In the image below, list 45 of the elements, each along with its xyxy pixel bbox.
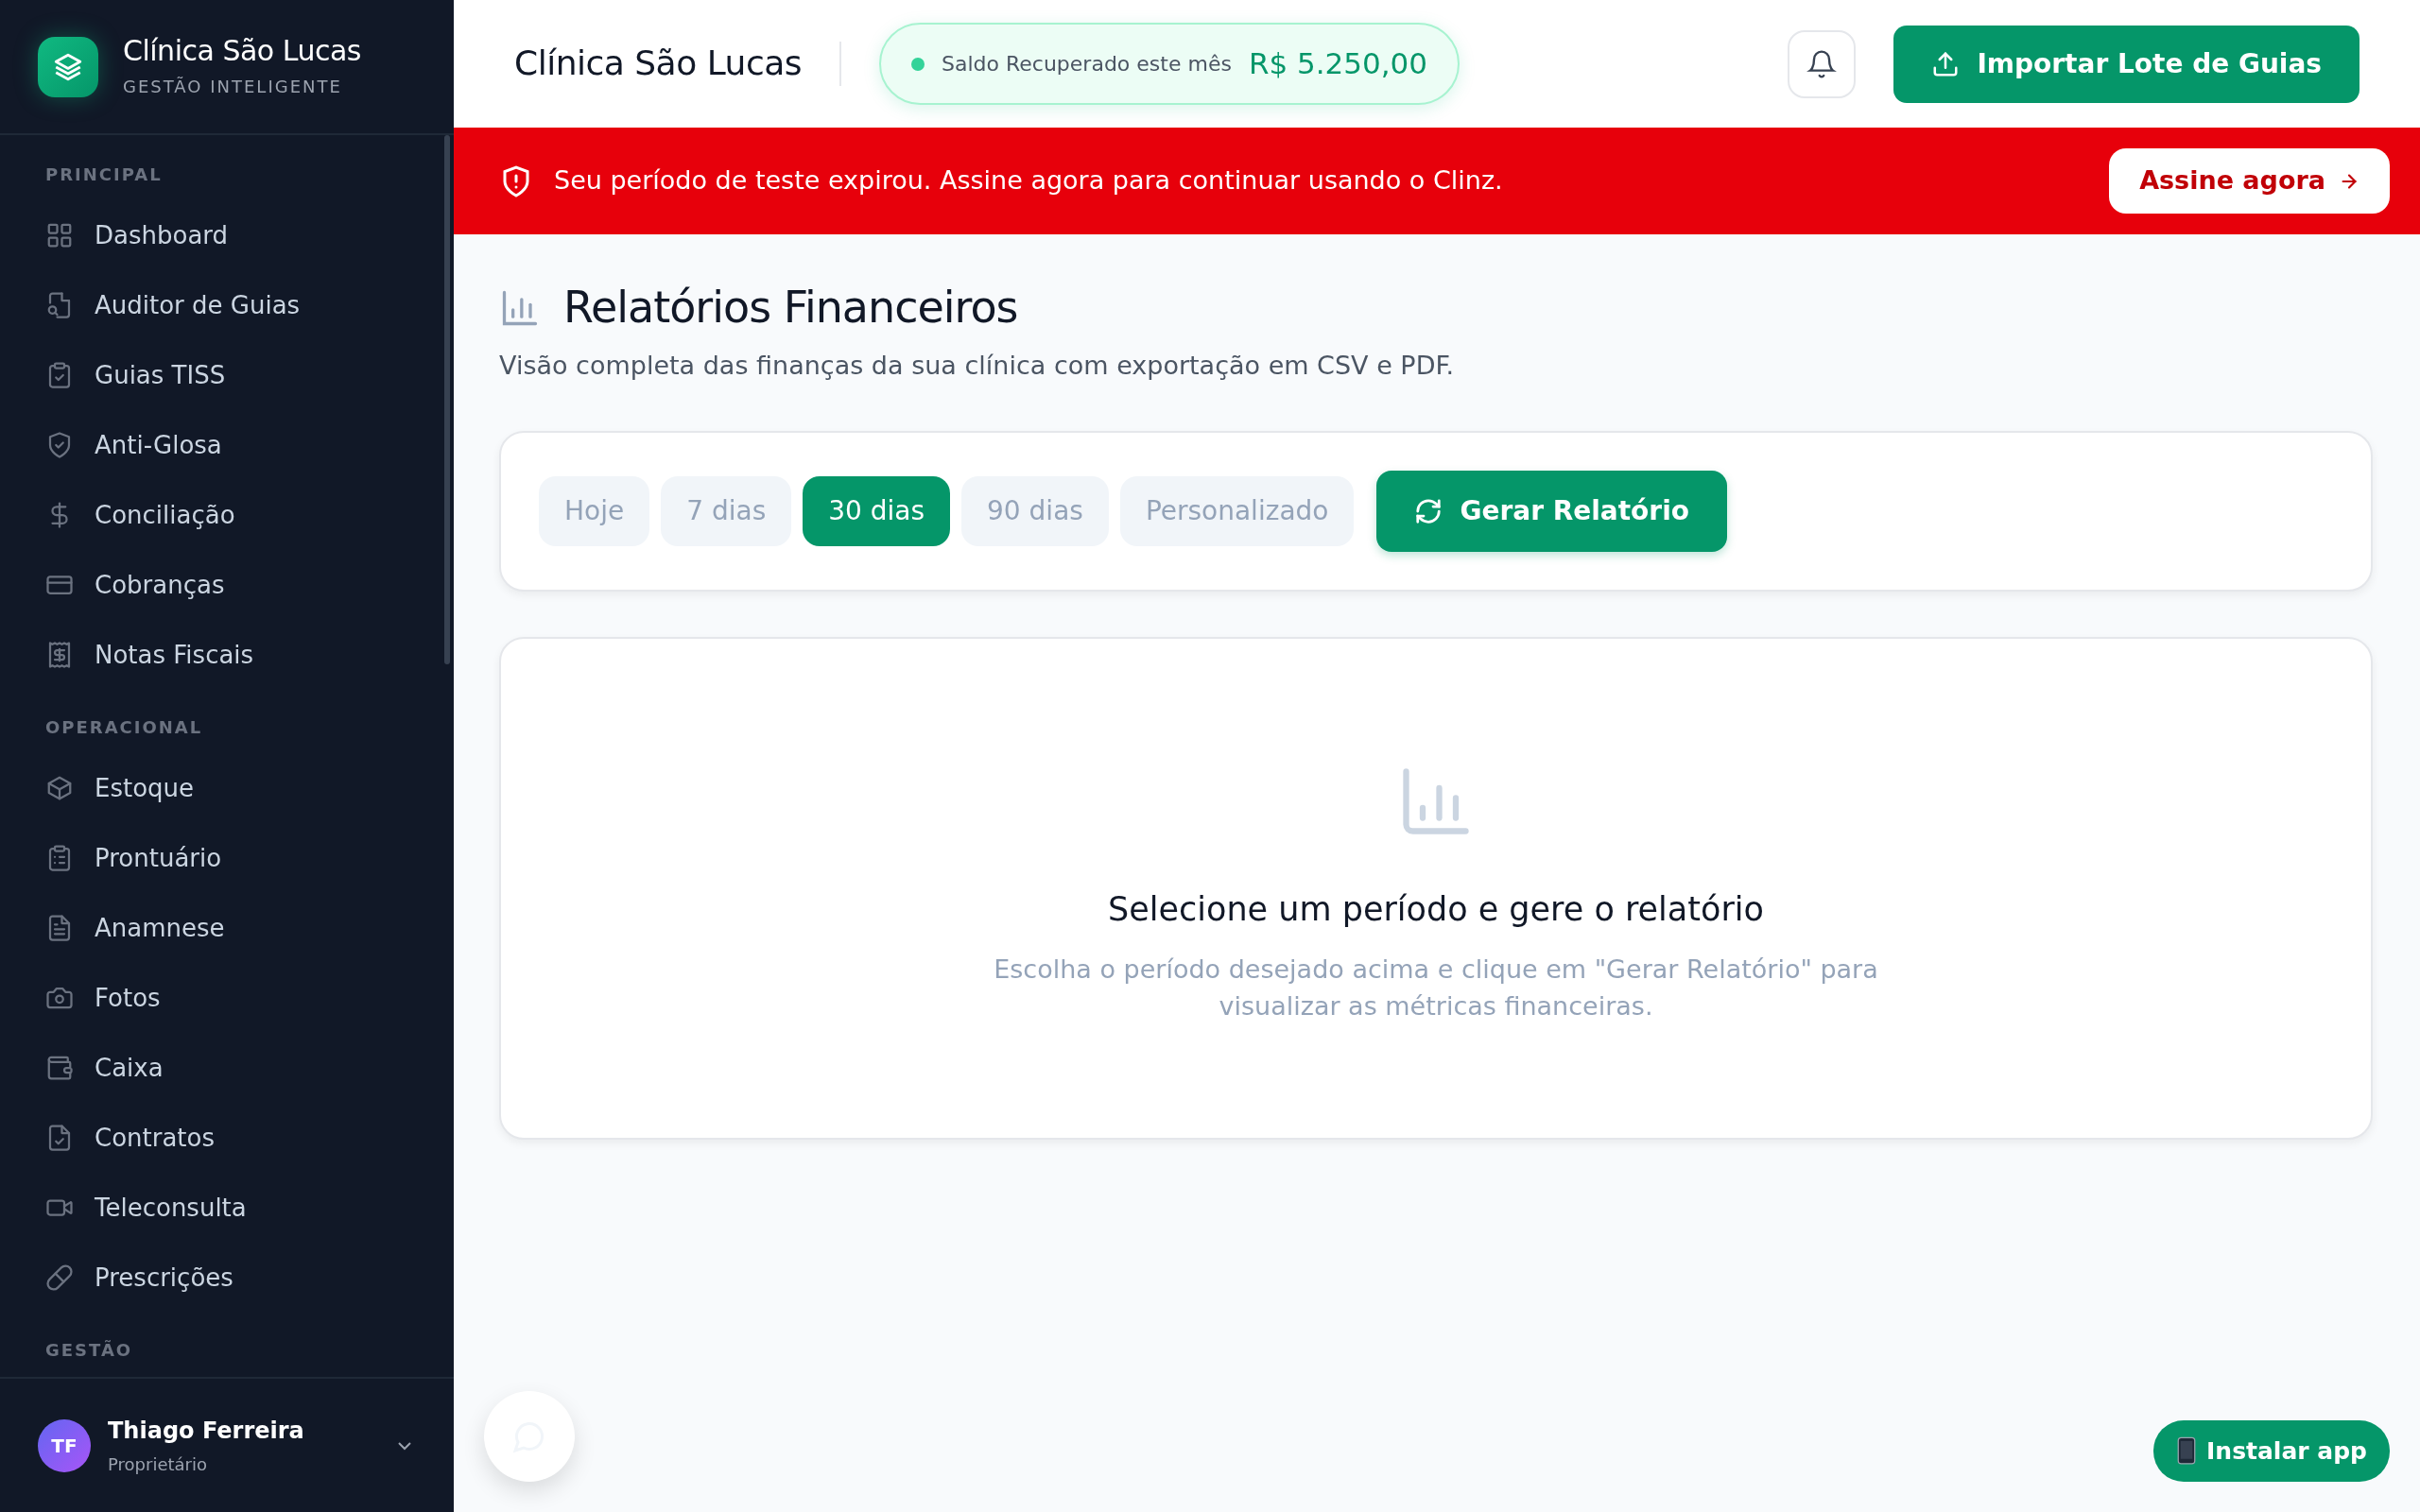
sidebar-item[interactable]: Dashboard (45, 200, 454, 270)
user-avatar[interactable]: TF (38, 1418, 91, 1472)
page-title: Relatórios Financeiros (563, 282, 1018, 335)
brand-tagline: GESTÃO INTELIGENTE (123, 76, 343, 98)
sidebar-item[interactable]: Estoque (45, 753, 454, 823)
install-app-button[interactable]: Instalar app (2153, 1419, 2390, 1482)
page-subtitle: Visão completa das finanças da sua clínica com exportação em CSV e PDF. (499, 350, 1456, 383)
user-name: Thiago Ferreira (108, 1417, 305, 1446)
phone-icon (2176, 1436, 2198, 1466)
recovered-balance-badge: Saldo Recuperado este mês R$ 5.250,00 (879, 23, 1461, 105)
nav-section-heading: PRINCIPAL (45, 163, 164, 186)
sidebar-item[interactable]: Notas Fiscais (45, 620, 454, 690)
brand-name: Clínica São Lucas (123, 34, 361, 68)
empty-state-text: Escolha o período desejado acima e clique em "Gerar Relatório" para visualizar as métricas financeiras. (993, 954, 1879, 1023)
subscribe-button[interactable]: Assine agora (2109, 148, 2390, 214)
sidebar-item[interactable]: Fotos (45, 963, 454, 1033)
sidebar-item[interactable]: Caixa (45, 1033, 454, 1103)
logo-icon (38, 36, 98, 97)
wallet-icon (45, 1054, 74, 1082)
upload-icon (1931, 49, 1961, 78)
bell-icon (1806, 48, 1838, 79)
sidebar-item[interactable]: Guias TISS (45, 340, 454, 410)
sidebar-item[interactable]: Conciliação (45, 480, 454, 550)
banner-message: Seu período de teste expirou. Assine agora para continuar usando o Clinz. (554, 164, 1504, 198)
generate-report-button[interactable]: Gerar Relatório (1376, 470, 1727, 552)
box-icon (45, 774, 74, 802)
nav-section-heading: GESTÃO (45, 1339, 134, 1362)
sidebar-item[interactable]: Prontuário (45, 823, 454, 893)
sidebar-item[interactable]: Teleconsulta (45, 1173, 454, 1243)
nav-section-heading: OPERACIONAL (45, 716, 204, 739)
sidebar-item[interactable]: Anti-Glosa (45, 410, 454, 480)
period-tab[interactable]: 30 dias (803, 475, 951, 546)
sidebar-item[interactable]: Contratos (45, 1103, 454, 1173)
empty-state-title: Selecione um período e gere o relatório (1108, 888, 1764, 930)
notifications-button[interactable] (1788, 29, 1857, 98)
clinic-name: Clínica São Lucas (514, 42, 841, 86)
pill-icon (45, 1263, 74, 1292)
sidebar-item[interactable]: Cobranças (45, 550, 454, 620)
refresh-icon (1414, 496, 1443, 525)
sidebar-item[interactable]: Anamnese (45, 893, 454, 963)
sidebar-item[interactable]: Prescrições (45, 1243, 454, 1313)
user-role: Proprietário (108, 1453, 208, 1476)
import-button[interactable]: Importar Lote de Guias (1893, 25, 2360, 103)
grid-icon (45, 221, 74, 249)
sidebar-item[interactable]: Auditor de Guias (45, 270, 454, 340)
